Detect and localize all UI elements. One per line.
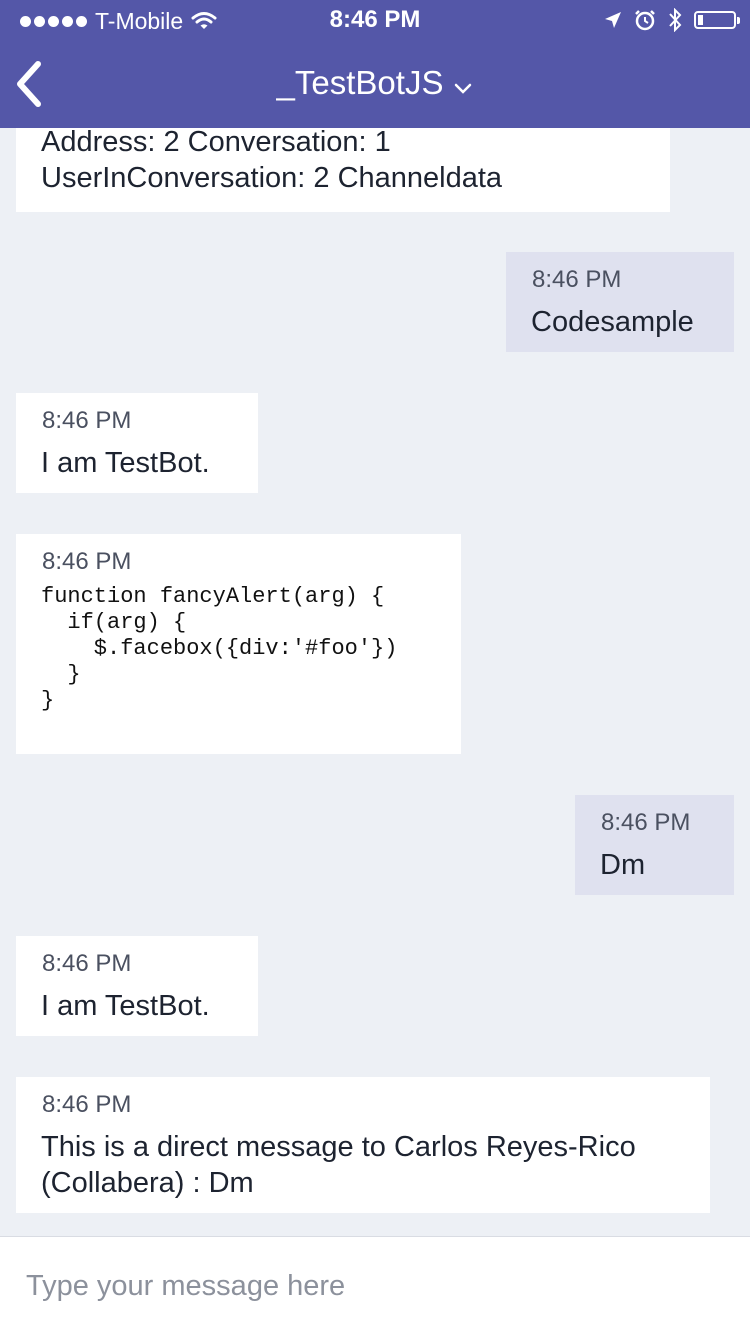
message-composer	[0, 1236, 750, 1334]
conversation-title: _TestBotJS	[276, 64, 444, 101]
status-bar: T-Mobile 8:46 PM	[0, 0, 750, 40]
message-timestamp: 8:46 PM	[42, 548, 132, 575]
message-text: This is a direct message to Carlos Reyes…	[41, 1131, 636, 1199]
battery-icon	[694, 11, 740, 29]
bluetooth-icon	[669, 8, 682, 32]
message-timestamp: 8:46 PM	[601, 809, 691, 836]
message-timestamp: 8:46 PM	[532, 266, 622, 293]
chat-transcript[interactable]: Address: 2 Conversation: 1 UserInConvers…	[0, 0, 750, 1236]
message-timestamp: 8:46 PM	[42, 407, 132, 434]
message-input[interactable]	[24, 1261, 728, 1311]
user-message: 8:46 PM Dm	[575, 795, 734, 895]
bot-message: 8:46 PM This is a direct message to Carl…	[16, 1077, 710, 1213]
alarm-icon	[635, 10, 655, 31]
message-text: Address: 2 Conversation: 1 UserInConvers…	[41, 126, 503, 194]
bot-message: 8:46 PM I am TestBot.	[16, 936, 258, 1036]
nav-bar: _TestBotJS	[0, 40, 750, 128]
message-timestamp: 8:46 PM	[42, 950, 132, 977]
message-text: Codesample	[531, 306, 694, 338]
code-block: function fancyAlert(arg) { if(arg) { $.f…	[41, 584, 398, 713]
message-text: I am TestBot.	[41, 447, 210, 479]
message-text: I am TestBot.	[41, 990, 210, 1022]
message-timestamp: 8:46 PM	[42, 1091, 132, 1118]
bot-code-message: 8:46 PM function fancyAlert(arg) { if(ar…	[16, 534, 461, 754]
message-text: Dm	[600, 849, 646, 881]
chevron-down-icon	[453, 66, 473, 104]
user-message: 8:46 PM Codesample	[506, 252, 734, 352]
app-header: T-Mobile 8:46 PM _TestBotJS	[0, 0, 750, 128]
location-arrow-icon	[605, 12, 621, 28]
bot-message: 8:46 PM I am TestBot.	[16, 393, 258, 493]
conversation-title-dropdown[interactable]: _TestBotJS	[0, 64, 750, 104]
